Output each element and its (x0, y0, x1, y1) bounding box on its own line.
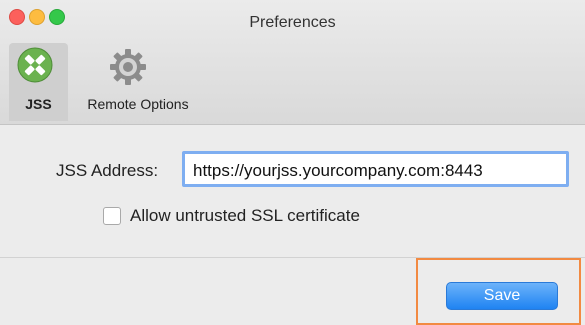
toolbar-item-remote-options[interactable]: Remote Options (72, 43, 204, 121)
jss-address-input[interactable]: https://yourjss.yourcompany.com:8443 (182, 151, 569, 187)
toolbar-item-jss[interactable]: JSS (9, 43, 68, 121)
gear-icon (110, 49, 146, 85)
title-bar: Preferences JSS Remote Options (0, 0, 585, 125)
allow-untrusted-ssl-checkbox[interactable] (103, 207, 121, 225)
jss-logo-icon (17, 47, 53, 83)
jss-address-label: JSS Address: (56, 161, 159, 180)
save-button[interactable]: Save (446, 282, 558, 310)
allow-untrusted-ssl-label[interactable]: Allow untrusted SSL certificate (130, 206, 360, 226)
preferences-panel: JSS Address: https://yourjss.yourcompany… (0, 125, 585, 257)
window-title: Preferences (249, 14, 336, 31)
toolbar-item-label: Remote Options (87, 96, 189, 112)
toolbar-item-label: JSS (25, 96, 52, 112)
